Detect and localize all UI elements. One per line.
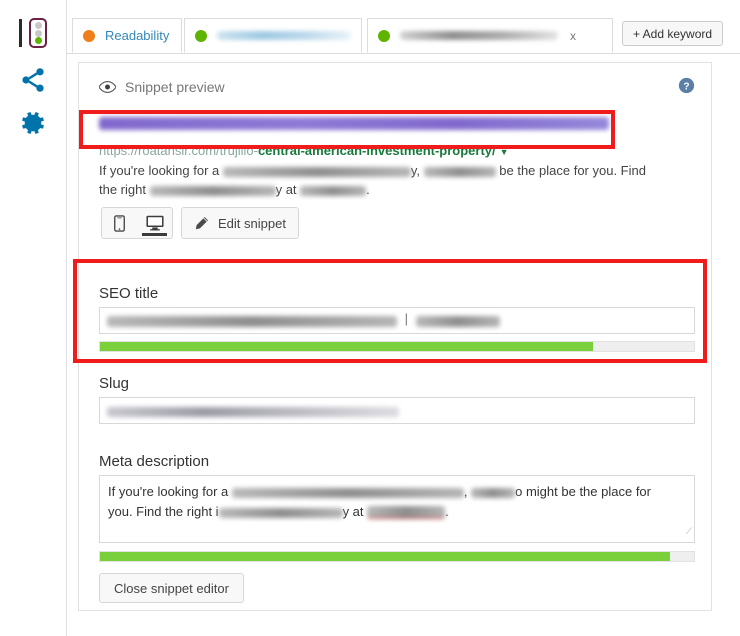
pencil-icon xyxy=(194,216,209,231)
meta-desc-redacted-2 xyxy=(471,487,516,498)
meta-description-label: Meta description xyxy=(99,453,210,470)
sidebar-item-share[interactable] xyxy=(0,66,66,97)
mobile-preview-button[interactable] xyxy=(102,208,137,238)
mobile-phone-icon xyxy=(114,214,125,232)
preview-result-title[interactable] xyxy=(99,117,629,138)
meta-desc-text-5: y at xyxy=(342,504,368,519)
eye-icon xyxy=(99,81,116,93)
seo-title-value-redacted-2 xyxy=(415,316,500,328)
tab-bar-baseline xyxy=(66,53,740,54)
meta-desc-text-6: . xyxy=(445,504,449,519)
meta-desc-redacted-3 xyxy=(218,507,343,518)
gear-icon xyxy=(22,112,44,134)
snippet-editor-panel: Snippet preview ? https://roatansir.com/… xyxy=(78,62,712,611)
preview-desc-text-2: y, xyxy=(410,163,424,178)
seo-title-length-progress xyxy=(99,341,695,352)
seo-title-value-redacted-1 xyxy=(107,316,397,328)
preview-desc-text-4: the right xyxy=(99,182,150,197)
device-preview-toggle xyxy=(101,207,173,239)
tab-readability[interactable]: Readability xyxy=(72,18,182,53)
desktop-monitor-icon xyxy=(145,215,164,231)
preview-desc-text-1: If you're looking for a xyxy=(99,163,223,178)
left-sidebar-rail xyxy=(0,0,67,636)
edit-snippet-button[interactable]: Edit snippet xyxy=(181,207,299,239)
preview-url-slug: central-american-investment-property/ xyxy=(257,143,496,158)
desktop-preview-button[interactable] xyxy=(137,208,172,238)
preview-result-title-redacted xyxy=(99,117,609,130)
snippet-preview-heading: Snippet preview xyxy=(125,79,225,95)
preview-desc-redacted-3 xyxy=(149,185,276,196)
meta-desc-redacted-4-misspelled xyxy=(367,506,446,520)
close-snippet-editor-button[interactable]: Close snippet editor xyxy=(99,573,244,603)
slug-value-redacted xyxy=(107,406,399,417)
tab-keyword-2-close-icon[interactable]: x xyxy=(570,29,576,43)
traffic-light-dot-amber xyxy=(34,29,42,37)
traffic-light-dot-green xyxy=(34,37,42,45)
tab-keyword-2-label-redacted xyxy=(400,31,558,40)
edit-snippet-label: Edit snippet xyxy=(218,215,286,231)
rail-active-marker xyxy=(19,19,22,47)
tab-keyword-2[interactable]: x xyxy=(367,18,613,53)
preview-desc-redacted-1 xyxy=(222,166,411,177)
traffic-light-icon xyxy=(19,18,47,48)
tab-status-bullet xyxy=(83,29,95,42)
seo-title-progress-fill xyxy=(100,342,594,351)
tab-status-bullet xyxy=(378,29,390,42)
tab-keyword-1-label-redacted xyxy=(217,31,351,40)
meta-description-textarea[interactable]: If you're looking for a , o might be the… xyxy=(99,475,695,543)
tab-keyword-1[interactable] xyxy=(184,18,362,53)
slug-label: Slug xyxy=(99,375,130,392)
keyword-tab-bar: Readability x + Add keyword xyxy=(66,18,740,54)
seo-title-input[interactable]: | xyxy=(99,307,695,334)
traffic-light-dot-red xyxy=(34,21,42,29)
tab-status-bullet xyxy=(195,29,207,42)
share-icon xyxy=(22,68,44,92)
meta-description-progress-fill xyxy=(100,552,671,561)
meta-desc-redacted-1 xyxy=(231,487,464,498)
preview-desc-redacted-2 xyxy=(423,166,496,177)
meta-desc-text-3: o might be the place for xyxy=(515,484,651,499)
help-circle-icon[interactable]: ? xyxy=(678,77,695,97)
meta-description-length-progress xyxy=(99,551,695,562)
meta-desc-text-4: you. Find the right i xyxy=(108,504,219,519)
seo-title-label: SEO title xyxy=(99,285,159,302)
sidebar-item-settings[interactable] xyxy=(0,108,66,141)
preview-desc-text-6: . xyxy=(366,182,370,197)
chevron-down-icon[interactable]: ▼ xyxy=(500,147,509,157)
meta-desc-text-2: , xyxy=(463,484,472,499)
add-keyword-button[interactable]: + Add keyword xyxy=(622,21,724,46)
meta-desc-text-1: If you're looking for a xyxy=(108,484,232,499)
svg-text:?: ? xyxy=(683,81,689,92)
preview-desc-text-5: y at xyxy=(275,182,301,197)
textarea-resize-grip[interactable]: ⟋ xyxy=(686,521,692,541)
tab-readability-label: Readability xyxy=(105,28,170,43)
slug-input[interactable] xyxy=(99,397,695,424)
snippet-preview-header: Snippet preview xyxy=(99,79,225,95)
preview-desc-redacted-4 xyxy=(300,185,367,196)
seo-title-separator: | xyxy=(404,311,409,326)
preview-result-url: https://roatansir.com/trujillo-central-a… xyxy=(99,143,509,158)
preview-desc-text-3: be the place for you. Find xyxy=(495,163,646,178)
preview-result-description: If you're looking for a y, be the place … xyxy=(99,161,695,199)
sidebar-item-seo-score[interactable] xyxy=(0,18,66,50)
preview-url-prefix: https://roatansir.com/trujillo- xyxy=(99,143,258,158)
